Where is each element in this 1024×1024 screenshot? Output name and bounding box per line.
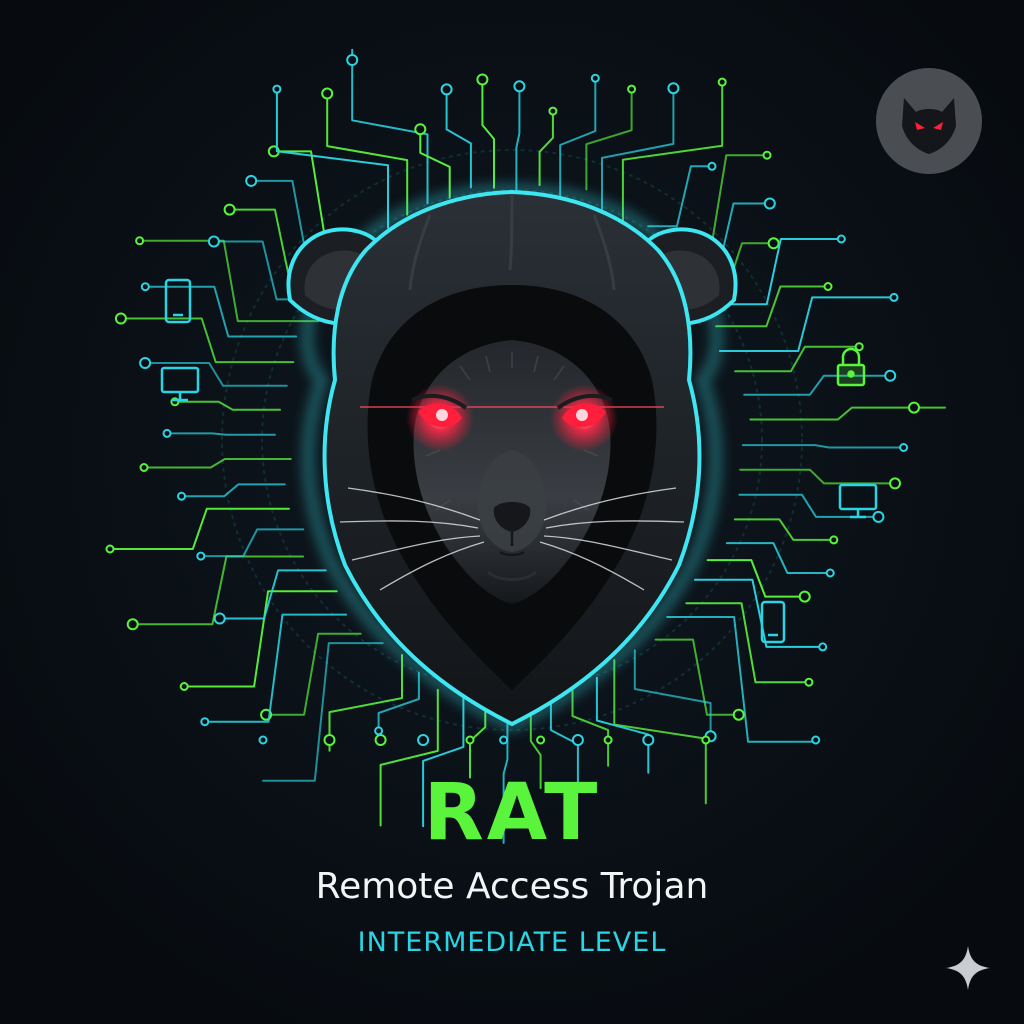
circuit-node xyxy=(836,234,846,244)
circuit-node xyxy=(213,612,226,625)
circuit-node xyxy=(872,510,885,523)
circuit-node xyxy=(798,590,811,603)
circuit-node xyxy=(701,735,711,745)
circuit-node xyxy=(258,735,268,745)
circuit-node xyxy=(707,161,717,171)
circuit-node xyxy=(899,443,909,452)
circuit-node xyxy=(346,54,359,66)
circuit-node xyxy=(804,677,814,687)
circuit-node xyxy=(465,735,475,745)
circuit-node xyxy=(811,735,821,745)
poster: RAT Remote Access Trojan INTERMEDIATE LE… xyxy=(0,0,1024,1024)
circuit-node xyxy=(762,150,772,160)
circuit-node xyxy=(245,174,258,187)
circuit-node xyxy=(513,80,526,93)
circuit-node xyxy=(854,342,864,352)
circuit-node xyxy=(667,82,680,95)
circuit-node xyxy=(140,282,150,292)
circuit-node xyxy=(374,726,384,736)
circuit-node xyxy=(126,618,139,631)
circuit-node xyxy=(884,369,897,382)
level-label: INTERMEDIATE LEVEL xyxy=(357,927,667,958)
subtitle: Remote Access Trojan xyxy=(315,866,709,907)
circuit-node xyxy=(732,708,745,721)
circuit-node xyxy=(139,463,149,472)
circuit-node xyxy=(590,73,600,83)
circuit-node xyxy=(603,735,613,745)
circuit-node xyxy=(889,292,899,302)
circuit-node xyxy=(207,235,220,248)
circuit-node xyxy=(374,734,387,746)
circuit-node xyxy=(642,734,655,746)
circuit-node xyxy=(767,237,780,250)
circuit-node xyxy=(571,734,584,746)
circuit-node xyxy=(414,123,427,136)
circuit-node xyxy=(536,735,546,745)
circuit-node xyxy=(196,551,206,561)
circuit-node xyxy=(105,544,115,554)
circuit-node xyxy=(177,491,186,501)
circuit-node xyxy=(717,77,727,87)
circuit-node xyxy=(223,203,236,216)
circuit-node xyxy=(321,87,334,100)
circuit-node xyxy=(440,83,453,96)
circuit-node xyxy=(829,535,839,545)
title: RAT xyxy=(423,768,601,858)
circuit-node xyxy=(548,106,558,116)
circuit-node xyxy=(139,357,152,369)
wolf-head-icon xyxy=(876,68,982,174)
circuit-node xyxy=(135,236,145,246)
circuit-node xyxy=(323,734,336,746)
circuit-node xyxy=(908,401,920,414)
circuit-node xyxy=(889,477,901,490)
circuit-node xyxy=(823,282,833,291)
circuit-node xyxy=(179,682,189,691)
circuit-node xyxy=(162,428,172,438)
circuit-node xyxy=(272,84,282,94)
circuit-node xyxy=(417,734,430,746)
circuit-node xyxy=(499,735,509,745)
circuit-node xyxy=(200,717,210,727)
circuit-node xyxy=(818,642,828,652)
circuit-node xyxy=(825,568,835,578)
circuit-node xyxy=(114,312,127,325)
circuit-node xyxy=(476,73,489,86)
circuit-node xyxy=(763,197,776,210)
circuit-node xyxy=(627,84,637,94)
